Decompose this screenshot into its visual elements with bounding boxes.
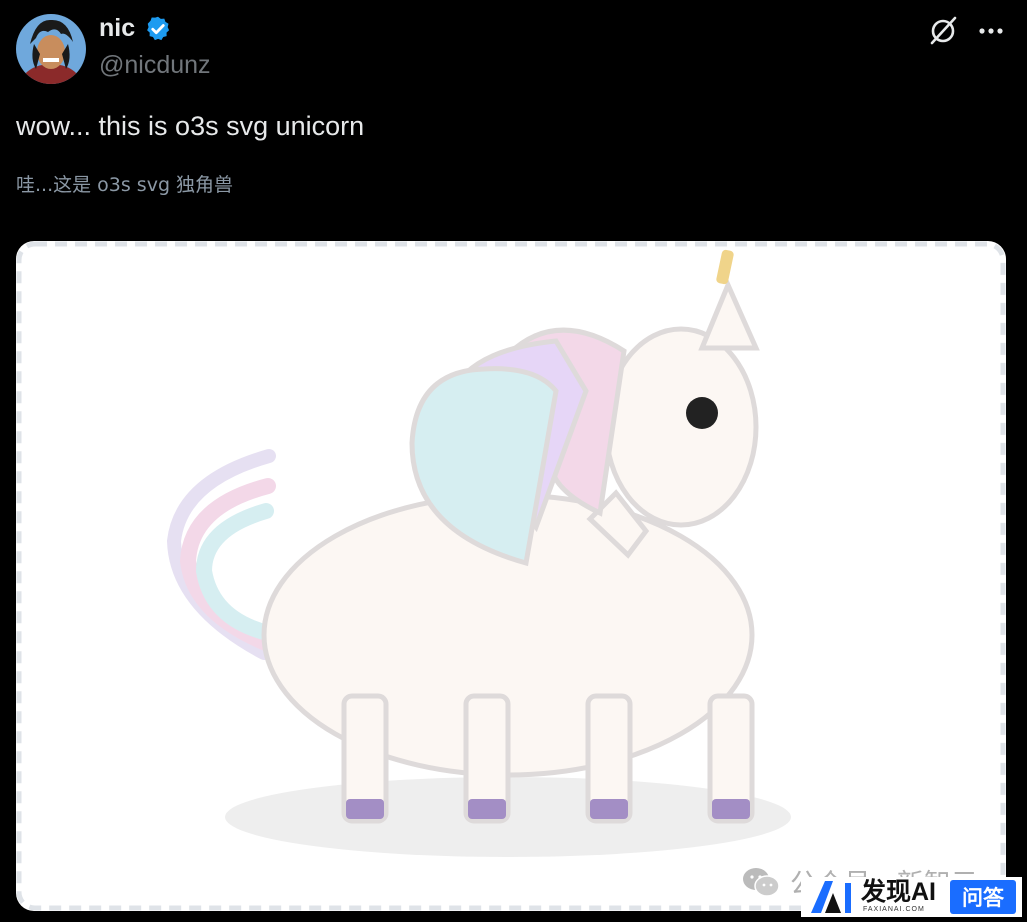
media-image[interactable] bbox=[16, 241, 1006, 911]
faxianai-qa-label: 问答 bbox=[950, 880, 1016, 914]
user-handle[interactable]: @nicdunz bbox=[99, 51, 211, 80]
tweet-translation: 哇...这是 o3s svg 独角兽 bbox=[16, 174, 234, 196]
faxianai-badge: 发现AI FAXIANAI.COM 问答 bbox=[801, 877, 1022, 917]
grok-icon[interactable] bbox=[926, 14, 960, 48]
wechat-icon bbox=[743, 867, 780, 897]
display-name[interactable]: nic bbox=[99, 14, 135, 43]
anime-avatar-icon bbox=[16, 14, 86, 84]
faxianai-title: 发现AI bbox=[861, 878, 937, 906]
verified-badge-icon bbox=[147, 16, 170, 41]
avatar[interactable] bbox=[16, 14, 86, 84]
tweet-text: wow... this is o3s svg unicorn bbox=[16, 111, 365, 141]
faxianai-subtitle: FAXIANAI.COM bbox=[863, 906, 925, 913]
more-icon[interactable] bbox=[974, 18, 1008, 44]
faxianai-logo-icon bbox=[811, 881, 851, 913]
unicorn-svg-image bbox=[16, 241, 1006, 911]
